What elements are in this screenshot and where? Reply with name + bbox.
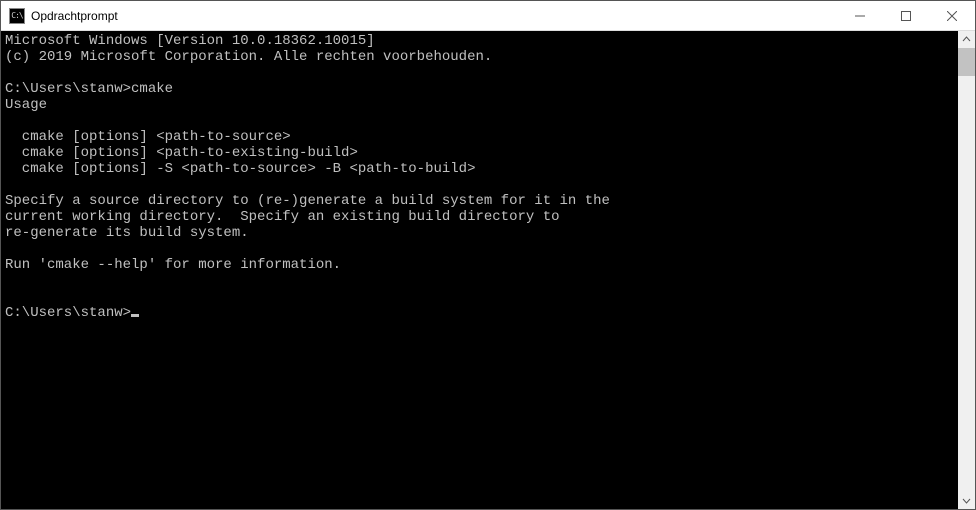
terminal-line: [5, 241, 954, 257]
terminal-line: [5, 177, 954, 193]
terminal-output[interactable]: Microsoft Windows [Version 10.0.18362.10…: [1, 31, 958, 509]
scroll-down-button[interactable]: [958, 492, 975, 509]
terminal-line: Run 'cmake --help' for more information.: [5, 257, 954, 273]
chevron-up-icon: [962, 35, 971, 44]
terminal-line: (c) 2019 Microsoft Corporation. Alle rec…: [5, 49, 954, 65]
scrollbar-track[interactable]: [958, 48, 975, 492]
minimize-icon: [855, 11, 865, 21]
cmd-glyph: C:\: [11, 12, 22, 20]
terminal-line: [5, 113, 954, 129]
close-icon: [947, 11, 957, 21]
maximize-icon: [901, 11, 911, 21]
terminal-line: cmake [options] <path-to-source>: [5, 129, 954, 145]
window-title: Opdrachtprompt: [31, 9, 118, 23]
terminal-line: [5, 273, 954, 289]
terminal-line: cmake [options] <path-to-existing-build>: [5, 145, 954, 161]
cmd-app-icon: C:\: [9, 8, 25, 24]
client-area: Microsoft Windows [Version 10.0.18362.10…: [1, 31, 975, 509]
chevron-down-icon: [962, 496, 971, 505]
terminal-line: Specify a source directory to (re-)gener…: [5, 193, 954, 209]
terminal-line: Usage: [5, 97, 954, 113]
terminal-line: cmake [options] -S <path-to-source> -B <…: [5, 161, 954, 177]
terminal-cursor: [131, 314, 139, 317]
minimize-button[interactable]: [837, 1, 883, 31]
terminal-line: C:\Users\stanw>cmake: [5, 81, 954, 97]
terminal-line: current working directory. Specify an ex…: [5, 209, 954, 225]
titlebar[interactable]: C:\ Opdrachtprompt: [1, 1, 975, 31]
vertical-scrollbar[interactable]: [958, 31, 975, 509]
terminal-line: re-generate its build system.: [5, 225, 954, 241]
close-button[interactable]: [929, 1, 975, 31]
maximize-button[interactable]: [883, 1, 929, 31]
scroll-up-button[interactable]: [958, 31, 975, 48]
terminal-line: C:\Users\stanw>: [5, 305, 954, 321]
terminal-line: [5, 65, 954, 81]
terminal-line: [5, 289, 954, 305]
scrollbar-thumb[interactable]: [958, 48, 975, 76]
terminal-line: Microsoft Windows [Version 10.0.18362.10…: [5, 33, 954, 49]
